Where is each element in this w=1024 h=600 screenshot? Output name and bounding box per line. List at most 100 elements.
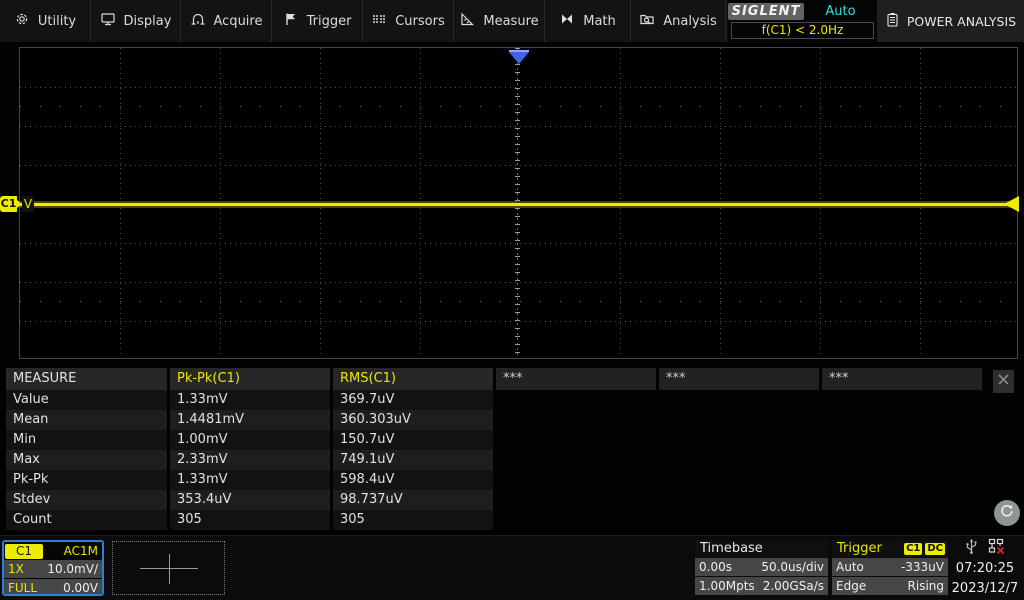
clipboard-icon <box>885 12 900 31</box>
channel1-badge: C1 <box>5 544 43 559</box>
stat-label: Mean <box>6 410 167 430</box>
math-icon <box>559 11 575 31</box>
stat-value: 305 <box>333 510 493 530</box>
waveform-display: C1 V <box>0 42 1024 366</box>
menu-power-analysis[interactable]: POWER ANALYSIS <box>877 0 1024 42</box>
cursors-icon <box>371 11 387 31</box>
timebase-title: Timebase <box>695 540 828 557</box>
menu-label: Cursors <box>395 14 445 29</box>
channel1-attenuation: 1X <box>8 560 24 578</box>
stat-label: Value <box>6 390 167 410</box>
measure-icon <box>459 11 475 31</box>
display-icon <box>100 11 116 31</box>
clock-status: 07:20:25 2023/12/7 <box>948 538 1022 600</box>
measure-panel: MEASURE Pk-Pk(C1) RMS(C1) *** *** *** Va… <box>0 368 1024 530</box>
stat-value: 305 <box>170 510 330 530</box>
measure-column-empty[interactable]: *** <box>822 368 982 390</box>
trigger-source-badge: C1 <box>904 543 922 555</box>
stat-value: 749.1uV <box>333 450 493 470</box>
measure-row-value: Value 1.33mV 369.7uV <box>6 390 493 410</box>
measure-column-empty[interactable]: *** <box>659 368 819 390</box>
measure-row-min: Min 1.00mV 150.7uV <box>6 430 493 450</box>
stat-value: 353.4uV <box>170 490 330 510</box>
trigger-title: Trigger <box>837 541 882 556</box>
main-menu: Utility Display Acquire Trigger Cursors <box>0 0 726 42</box>
stat-value: 369.7uV <box>333 390 493 410</box>
timebase-delay: 0.00s <box>699 558 732 576</box>
channel1-descriptor[interactable]: C1 AC1M 1X 10.0mV/ FULL 0.00V <box>2 540 104 596</box>
screen-rotate-widget[interactable] <box>994 500 1020 526</box>
measure-column-pkpk[interactable]: Pk-Pk(C1) <box>170 368 330 390</box>
menu-acquire[interactable]: Acquire <box>181 0 272 42</box>
menu-cursors[interactable]: Cursors <box>363 0 454 42</box>
menu-math[interactable]: Math <box>545 0 631 42</box>
add-channel-slot[interactable] <box>112 541 225 595</box>
channel1-trace <box>20 201 1017 208</box>
stat-label: Count <box>6 510 167 530</box>
usb-icon <box>965 538 978 559</box>
stat-value: 1.00mV <box>170 430 330 450</box>
trigger-mode: Auto <box>836 558 864 576</box>
measure-column-rms[interactable]: RMS(C1) <box>333 368 493 390</box>
acquisition-status: Auto <box>804 3 877 20</box>
stat-value: 360.303uV <box>333 410 493 430</box>
trigger-level: -333uV <box>901 558 944 576</box>
stat-value: 150.7uV <box>333 430 493 450</box>
bottom-status-bar: C1 AC1M 1X 10.0mV/ FULL 0.00V Timebase 0… <box>0 535 1024 600</box>
menu-label: Trigger <box>307 14 352 29</box>
acquire-icon <box>190 11 206 31</box>
measure-column-empty[interactable]: *** <box>496 368 656 390</box>
menu-label: Analysis <box>663 14 717 29</box>
stat-value: 1.4481mV <box>170 410 330 430</box>
trigger-frequency-readout: f(C1) < 2.0Hz <box>731 22 874 39</box>
memory-depth: 1.00Mpts <box>699 577 755 595</box>
close-icon <box>996 372 1011 391</box>
trigger-coupling-badge: DC <box>925 543 945 555</box>
stat-label: Min <box>6 430 167 450</box>
trigger-slope: Rising <box>908 577 944 595</box>
channel1-unit-marker: V <box>22 196 34 212</box>
menu-utility[interactable]: Utility <box>0 0 91 42</box>
menu-display[interactable]: Display <box>91 0 181 42</box>
timebase-scale: 50.0us/div <box>761 558 824 576</box>
menu-trigger[interactable]: Trigger <box>272 0 363 42</box>
stat-label: Pk-Pk <box>6 470 167 490</box>
measure-row-pkpk: Pk-Pk 1.33mV 598.4uV <box>6 470 493 490</box>
trigger-type: Edge <box>836 577 866 595</box>
stat-value: 1.33mV <box>170 470 330 490</box>
measure-close-button[interactable] <box>993 370 1014 393</box>
menu-analysis[interactable]: Analysis <box>631 0 726 42</box>
channel1-coupling: AC1M <box>43 544 102 558</box>
measure-row-max: Max 2.33mV 749.1uV <box>6 450 493 470</box>
measure-row-count: Count 305 305 <box>6 510 493 530</box>
stat-value: 598.4uV <box>333 470 493 490</box>
stat-label: Max <box>6 450 167 470</box>
timebase-descriptor[interactable]: Timebase 0.00s 50.0us/div 1.00Mpts 2.00G… <box>695 540 828 597</box>
stat-label: Stdev <box>6 490 167 510</box>
channel1-scale: 10.0mV/ <box>47 560 98 578</box>
trigger-descriptor[interactable]: Trigger C1 DC Auto -333uV Edge Rising <box>832 540 948 597</box>
analysis-icon <box>639 11 655 31</box>
menu-measure[interactable]: Measure <box>454 0 545 42</box>
menu-label: Utility <box>38 14 76 29</box>
menu-label: Measure <box>483 14 538 29</box>
channel1-level-marker[interactable]: C1 <box>0 196 17 212</box>
stat-value: 1.33mV <box>170 390 330 410</box>
brand-status-block: SIGLENT Auto f(C1) < 2.0Hz <box>728 0 877 42</box>
trigger-position-marker[interactable] <box>509 52 529 64</box>
sample-rate: 2.00GSa/s <box>763 577 824 595</box>
stat-value: 98.737uV <box>333 490 493 510</box>
stat-value: 2.33mV <box>170 450 330 470</box>
clock-time: 07:20:25 <box>948 558 1022 579</box>
trigger-flag-icon <box>283 11 299 31</box>
menu-label: Math <box>583 14 616 29</box>
measure-row-stdev: Stdev 353.4uV 98.737uV <box>6 490 493 510</box>
clock-date: 2023/12/7 <box>948 579 1022 598</box>
menu-label: Display <box>124 14 172 29</box>
trigger-level-marker[interactable] <box>1004 196 1019 212</box>
channel1-offset: 0.00V <box>63 579 98 596</box>
network-disconnected-icon <box>988 538 1005 559</box>
power-analysis-label: POWER ANALYSIS <box>907 14 1016 29</box>
oscilloscope-screen: Utility Display Acquire Trigger Cursors <box>0 0 1024 600</box>
measure-header-row: MEASURE Pk-Pk(C1) RMS(C1) *** *** *** <box>6 368 982 390</box>
